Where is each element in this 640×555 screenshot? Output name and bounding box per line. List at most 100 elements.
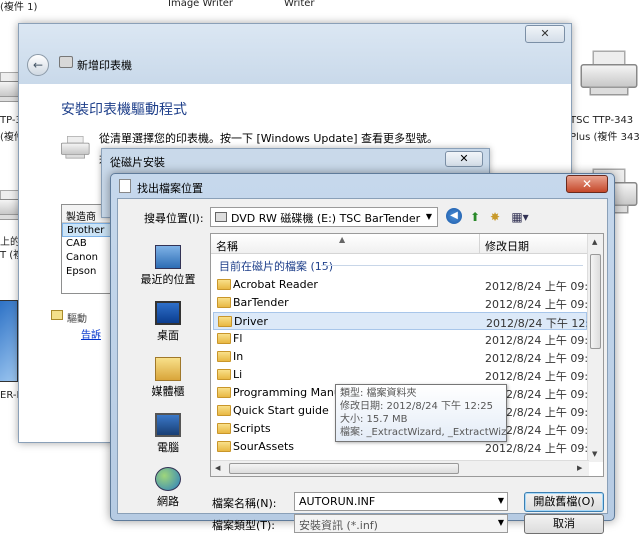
view-menu-icon[interactable]: ▦▾ (508, 208, 532, 226)
file-row[interactable]: Li 2012/8/24 上午 09:45 (213, 366, 602, 384)
tooltip-size: 大小: 15.7 MB (340, 414, 408, 425)
bg-device-label: Plus (複件 343) (570, 132, 640, 143)
file-name: BarTender (233, 296, 289, 309)
file-name: Quick Start guide (233, 404, 329, 417)
scroll-right-icon[interactable]: ▶ (577, 464, 582, 472)
back-arrow-icon[interactable]: ← (27, 54, 49, 76)
place-label: 網路 (157, 495, 179, 508)
locate-file-body: 搜尋位置(I): DVD RW 磁碟機 (E:) TSC BarTender ▼… (117, 198, 608, 534)
up-folder-icon[interactable]: ⬆ (466, 208, 484, 226)
vertical-scrollbar[interactable]: ▲ ▼ (587, 234, 603, 462)
place-libraries[interactable]: 媒體櫃 (132, 357, 204, 399)
group-divider (321, 265, 583, 266)
file-date: 2012/8/24 上午 09:45 (485, 334, 603, 347)
folder-tooltip: 類型: 檔案資料夾 修改日期: 2012/8/24 下午 12:25 大小: 1… (335, 384, 507, 442)
locate-file-close-button[interactable]: ✕ (566, 175, 608, 193)
filetype-select[interactable]: 安裝資訊 (*.inf) ▼ (294, 514, 508, 533)
filetype-value: 安裝資訊 (*.inf) (299, 519, 378, 532)
back-nav-icon[interactable]: ◀ (446, 208, 462, 224)
place-recent[interactable]: 最近的位置 (132, 245, 204, 287)
file-date: 2012/8/24 上午 09:45 (485, 280, 603, 293)
add-printer-caption: 新增印表機 (77, 59, 132, 72)
folder-icon (217, 333, 231, 344)
file-list[interactable]: 名稱 ▲ 修改日期 目前在磁片的檔案 (15) Acrobat Reader 20… (210, 233, 604, 477)
folder-icon (217, 423, 231, 434)
group-header: 目前在磁片的檔案 (15) (219, 260, 334, 273)
filetype-label: 檔案類型(T): (212, 519, 276, 532)
place-label: 媒體櫃 (151, 385, 185, 398)
place-label: 最近的位置 (140, 273, 196, 286)
folder-icon (217, 369, 231, 380)
bg-printer-icon (580, 50, 638, 96)
file-row[interactable]: BarTender 2012/8/24 上午 09:45 (213, 294, 602, 312)
vertical-scroll-thumb[interactable] (590, 254, 601, 349)
file-name: Programming Manual (233, 386, 351, 399)
place-computer[interactable]: 電腦 (132, 413, 204, 455)
locate-file-title: 找出檔案位置 (137, 182, 203, 195)
filename-label: 檔案名稱(N): (212, 497, 277, 510)
file-date: 2012/8/24 上午 09:45 (485, 370, 603, 383)
file-date: 2012/8/24 下午 12:25 (486, 317, 604, 330)
file-name: SourAssets (233, 440, 295, 453)
tooltip-files: 檔案: _ExtractWizard, _ExtractWizard, Defa… (340, 427, 507, 438)
chevron-down-icon[interactable]: ▼ (498, 518, 504, 527)
network-globe-icon (155, 467, 181, 491)
desktop-icon (155, 301, 181, 325)
file-row[interactable]: Fl 2012/8/24 上午 09:45 (213, 330, 602, 348)
bg-device-label: Writer (284, 0, 315, 9)
place-label: 桌面 (157, 329, 179, 342)
cancel-button[interactable]: 取消 (524, 514, 604, 534)
look-in-label: 搜尋位置(I): (144, 212, 204, 225)
add-printer-frame (19, 24, 571, 84)
file-name: Li (233, 368, 243, 381)
add-printer-close-button[interactable]: ✕ (525, 25, 565, 43)
file-row[interactable]: Driver 2012/8/24 下午 12:25 (213, 312, 603, 330)
look-in-value: DVD RW 磁碟機 (E:) TSC BarTender (231, 212, 421, 225)
file-name: In (233, 350, 244, 363)
scroll-down-icon[interactable]: ▼ (592, 450, 597, 458)
chevron-down-icon[interactable]: ▼ (498, 496, 504, 505)
file-row[interactable]: Acrobat Reader 2012/8/24 上午 09:45 (213, 276, 602, 294)
printer-icon (59, 56, 73, 68)
install-from-disk-close-button[interactable]: ✕ (445, 151, 483, 167)
new-folder-icon[interactable]: ✸ (486, 208, 504, 226)
place-desktop[interactable]: 桌面 (132, 301, 204, 343)
scroll-left-icon[interactable]: ◀ (215, 464, 220, 472)
file-name: Fl (233, 332, 243, 345)
printer-icon (61, 136, 90, 159)
column-header: 名稱 ▲ 修改日期 (211, 234, 589, 254)
file-name: Driver (234, 315, 268, 328)
file-date: 2012/8/24 上午 09:45 (485, 352, 603, 365)
chevron-down-icon[interactable]: ▼ (421, 208, 437, 226)
column-date-header[interactable]: 修改日期 (485, 238, 529, 254)
folder-icon (217, 387, 231, 398)
scroll-up-icon[interactable]: ▲ (592, 238, 597, 246)
page-title: 安裝印表機驅動程式 (61, 102, 187, 118)
horizontal-scrollbar[interactable]: ◀ ▶ (211, 460, 589, 476)
column-name-header[interactable]: 名稱 (216, 238, 238, 254)
column-separator[interactable] (479, 234, 480, 254)
locate-file-dialog: 找出檔案位置 ✕ 搜尋位置(I): DVD RW 磁碟機 (E:) TSC Ba… (110, 173, 615, 534)
file-icon (119, 179, 131, 193)
libraries-icon (155, 357, 181, 381)
file-name: Acrobat Reader (233, 278, 318, 291)
places-bar: 最近的位置 桌面 媒體櫃 電腦 網路 (132, 245, 204, 508)
look-in-combo[interactable]: DVD RW 磁碟機 (E:) TSC BarTender ▼ (210, 207, 438, 227)
recent-places-icon (155, 245, 181, 269)
filename-value: AUTORUN.INF (299, 495, 376, 508)
file-row[interactable]: In 2012/8/24 上午 09:45 (213, 348, 602, 366)
signed-driver-icon (51, 310, 63, 320)
file-date: 2012/8/24 上午 09:45 (485, 442, 603, 455)
horizontal-scroll-thumb[interactable] (229, 463, 459, 474)
bg-device-label: (複件 1) (0, 2, 38, 13)
driver-signing-link[interactable]: 告訴 (81, 326, 101, 341)
folder-icon (217, 279, 231, 290)
add-printer-description: 從清單選擇您的印表機。按一下 [Windows Update] 查看更多型號。 (99, 132, 439, 145)
open-button[interactable]: 開啟舊檔(O) (524, 492, 604, 512)
folder-icon (217, 351, 231, 362)
place-network[interactable]: 網路 (132, 467, 204, 509)
filename-input[interactable]: AUTORUN.INF ▼ (294, 492, 508, 511)
install-from-disk-title: 從磁片安裝 (110, 156, 165, 169)
file-name: Scripts (233, 422, 271, 435)
tooltip-modified: 修改日期: 2012/8/24 下午 12:25 (340, 401, 493, 412)
